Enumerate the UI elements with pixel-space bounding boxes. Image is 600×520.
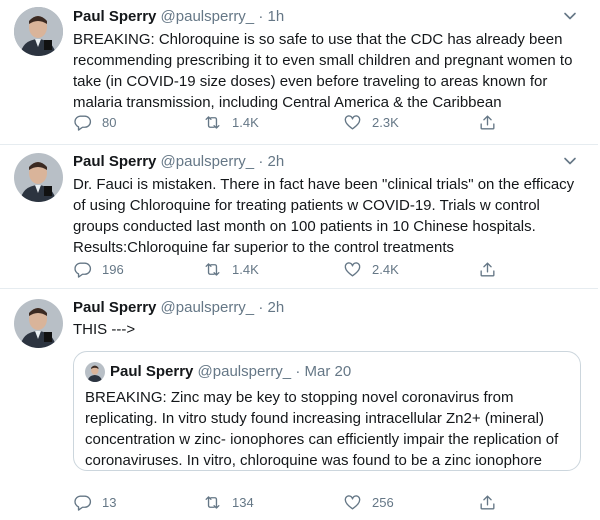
tweet[interactable]: Paul Sperry @paulsperry_ · 2h Dr. Fauci … — [0, 145, 598, 289]
tweet-text: THIS ---> — [73, 321, 136, 338]
author-name: Paul Sperry — [110, 363, 194, 380]
chevron-down-icon[interactable] — [560, 6, 580, 26]
author-handle: @paulsperry_ — [197, 363, 292, 380]
reply-button[interactable]: 13 — [73, 491, 116, 513]
chevron-down-icon[interactable] — [560, 151, 580, 171]
separator-dot: · — [295, 363, 301, 380]
separator-dot: · — [258, 8, 264, 25]
share-icon — [478, 113, 497, 132]
retweet-button[interactable]: 1.4K — [203, 258, 259, 280]
tweet[interactable]: Paul Sperry @paulsperry_ · 2h THIS ---> … — [0, 289, 598, 520]
reply-count: 80 — [102, 114, 117, 130]
retweet-count: 134 — [232, 494, 254, 510]
reply-button[interactable]: 80 — [73, 111, 116, 133]
share-icon — [478, 493, 497, 512]
timestamp: Mar 20 — [304, 363, 352, 380]
like-button[interactable]: 2.4K — [343, 258, 399, 280]
tweet-actions: 196 1.4K 2.4K — [73, 258, 503, 280]
share-button[interactable] — [478, 258, 497, 280]
timestamp[interactable]: 1h — [268, 8, 285, 25]
timeline: Paul Sperry @paulsperry_ · 1h BREAKING: … — [0, 0, 600, 520]
avatar[interactable] — [14, 7, 63, 56]
like-icon — [343, 113, 362, 132]
retweet-button[interactable]: 1.4K — [203, 111, 259, 133]
tweet-header: Paul Sperry @paulsperry_ · 1h — [73, 6, 558, 28]
avatar — [85, 362, 105, 382]
author-name[interactable]: Paul Sperry — [73, 299, 156, 316]
reply-icon — [73, 260, 92, 279]
like-button[interactable]: 2.3K — [343, 111, 399, 133]
quoted-tweet-header: Paul Sperry @paulsperry_ · Mar 20 — [110, 361, 351, 383]
like-button[interactable]: 256 — [343, 491, 394, 513]
reply-icon — [73, 113, 92, 132]
tweet-actions: 80 1.4K 2.3K — [73, 111, 503, 133]
author-handle[interactable]: @paulsperry_ — [161, 8, 255, 25]
retweet-count: 1.4K — [232, 114, 259, 130]
retweet-button[interactable]: 134 — [203, 491, 254, 513]
quoted-tweet[interactable]: Paul Sperry @paulsperry_ · Mar 20 BREAKI… — [73, 351, 581, 471]
retweet-count: 1.4K — [232, 261, 259, 277]
like-count: 2.3K — [372, 114, 399, 130]
author-handle[interactable]: @paulsperry_ — [161, 153, 255, 170]
tweet-header: Paul Sperry @paulsperry_ · 2h — [73, 297, 558, 319]
tweet-text: Dr. Fauci is mistaken. There in fact hav… — [73, 176, 575, 256]
timestamp[interactable]: 2h — [268, 153, 285, 170]
reply-count: 13 — [102, 494, 117, 510]
share-button[interactable] — [478, 111, 497, 133]
author-name[interactable]: Paul Sperry — [73, 8, 156, 25]
timestamp[interactable]: 2h — [268, 299, 285, 316]
reply-button[interactable]: 196 — [73, 258, 124, 280]
retweet-icon — [203, 113, 222, 132]
like-count: 256 — [372, 494, 394, 510]
tweet-header: Paul Sperry @paulsperry_ · 2h — [73, 151, 558, 173]
quoted-tweet-text: BREAKING: Zinc may be key to stopping no… — [85, 389, 559, 469]
retweet-icon — [203, 493, 222, 512]
tweet-actions: 13 134 256 — [73, 491, 503, 513]
avatar[interactable] — [14, 299, 63, 348]
retweet-icon — [203, 260, 222, 279]
author-name[interactable]: Paul Sperry — [73, 153, 156, 170]
separator-dot: · — [258, 299, 264, 316]
tweet[interactable]: Paul Sperry @paulsperry_ · 1h BREAKING: … — [0, 0, 598, 145]
reply-count: 196 — [102, 261, 124, 277]
share-button[interactable] — [478, 491, 497, 513]
like-icon — [343, 493, 362, 512]
like-icon — [343, 260, 362, 279]
tweet-text: BREAKING: Chloroquine is so safe to use … — [73, 31, 573, 111]
avatar[interactable] — [14, 153, 63, 202]
reply-icon — [73, 493, 92, 512]
like-count: 2.4K — [372, 261, 399, 277]
separator-dot: · — [258, 153, 264, 170]
author-handle[interactable]: @paulsperry_ — [161, 299, 255, 316]
share-icon — [478, 260, 497, 279]
